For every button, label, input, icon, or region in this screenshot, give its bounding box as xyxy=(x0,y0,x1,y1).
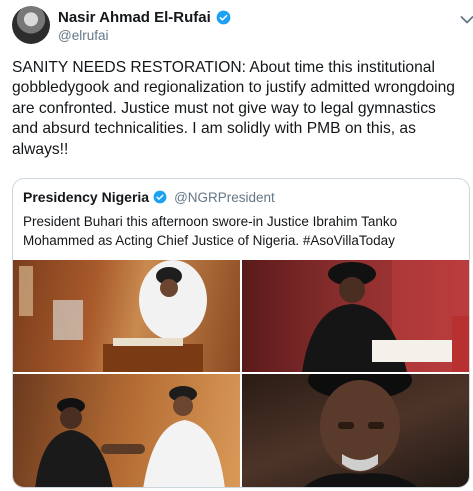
verified-badge-icon xyxy=(216,10,231,25)
photo-illustration xyxy=(19,260,207,372)
photo-justice-signing[interactable] xyxy=(242,260,469,372)
tweet-header: Nasir Ahmad El-Rufai @elrufai xyxy=(12,6,473,46)
chevron-down-icon[interactable] xyxy=(460,15,473,25)
photo-illustration xyxy=(304,374,418,487)
photo-illustration xyxy=(302,260,469,372)
author-name-row: Nasir Ahmad El-Rufai xyxy=(58,9,231,26)
photo-illustration xyxy=(35,386,225,487)
quoted-handle: @NGRPresident xyxy=(174,189,275,205)
quoted-tweet-text: President Buhari this afternoon swore-in… xyxy=(23,214,398,248)
tweet-card: Nasir Ahmad El-Rufai @elrufai SANITY NEE… xyxy=(0,0,473,491)
photo-justice-portrait[interactable] xyxy=(242,374,469,487)
author-display-name[interactable]: Nasir Ahmad El-Rufai xyxy=(58,9,211,26)
quoted-tweet[interactable]: Presidency Nigeria @NGRPresident Preside… xyxy=(12,178,470,488)
photo-handshake[interactable] xyxy=(13,374,240,487)
author-handle[interactable]: @elrufai xyxy=(58,28,108,43)
photo-signing-lectern[interactable] xyxy=(13,260,240,372)
tweet-text: SANITY NEEDS RESTORATION: About time thi… xyxy=(12,59,455,158)
quoted-tweet-header: Presidency Nigeria @NGRPresident xyxy=(23,189,275,205)
verified-badge-icon xyxy=(153,190,167,204)
avatar[interactable] xyxy=(12,6,50,44)
quoted-display-name: Presidency Nigeria xyxy=(23,189,150,205)
